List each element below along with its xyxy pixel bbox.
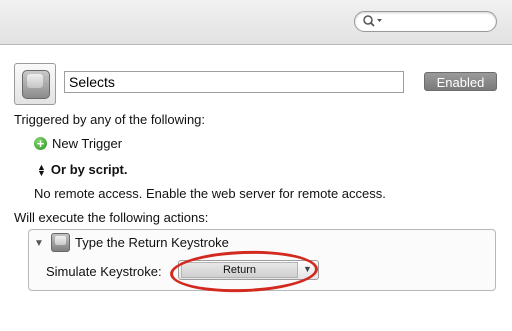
actions-heading: Will execute the following actions: bbox=[14, 210, 209, 225]
new-trigger-button[interactable]: + New Trigger bbox=[34, 134, 122, 152]
remote-access-note: No remote access. Enable the web server … bbox=[34, 186, 386, 201]
script-trigger-label: Or by script. bbox=[50, 162, 128, 177]
new-trigger-label: New Trigger bbox=[52, 135, 123, 151]
keystroke-popup[interactable]: Return ▼ bbox=[178, 260, 319, 280]
updown-arrows-icon: ▲ ▼ bbox=[37, 161, 46, 178]
disclosure-triangle-icon[interactable]: ▼ bbox=[34, 238, 44, 249]
search-input[interactable] bbox=[385, 13, 489, 28]
action-item: ▼ Type the Return Keystroke Simulate Key… bbox=[28, 229, 496, 291]
search-field[interactable] bbox=[354, 11, 497, 32]
keyboard-key-icon bbox=[22, 70, 50, 99]
action-title: Type the Return Keystroke bbox=[75, 235, 229, 250]
triggers-heading: Triggered by any of the following: bbox=[14, 112, 206, 127]
enabled-button[interactable]: Enabled bbox=[424, 72, 497, 91]
simulate-keystroke-label: Simulate Keystroke: bbox=[46, 264, 162, 279]
script-trigger-toggle[interactable]: ▲ ▼ Or by script. bbox=[37, 162, 128, 177]
search-icon[interactable] bbox=[362, 14, 384, 28]
chevron-down-icon: ▼ bbox=[303, 264, 312, 274]
keyboard-key-icon bbox=[51, 233, 70, 252]
toolbar bbox=[0, 0, 512, 45]
macro-name-field[interactable] bbox=[64, 71, 404, 93]
plus-circle-icon: + bbox=[34, 136, 47, 150]
keystroke-value: Return bbox=[181, 262, 298, 278]
macro-icon-well[interactable] bbox=[14, 63, 56, 105]
